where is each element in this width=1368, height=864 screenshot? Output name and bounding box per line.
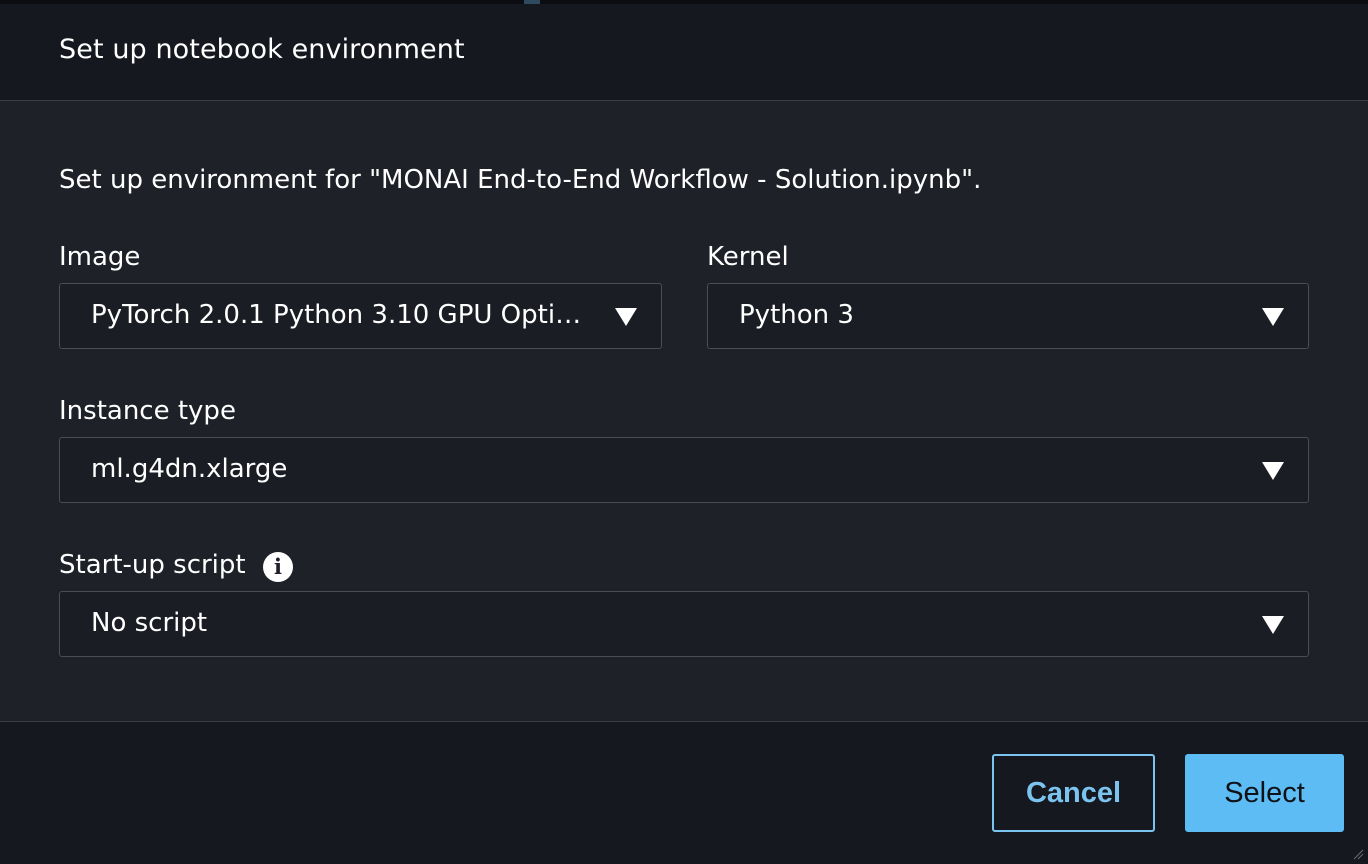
startup-script-select-value: No script <box>91 608 208 638</box>
dialog-header: Set up notebook environment <box>0 4 1368 101</box>
image-select[interactable]: PyTorch 2.0.1 Python 3.10 GPU Optimized <box>59 283 662 349</box>
info-icon[interactable]: i <box>263 552 293 582</box>
cancel-button[interactable]: Cancel <box>992 754 1155 832</box>
chevron-down-icon <box>1262 308 1284 326</box>
image-label: Image <box>59 242 141 272</box>
chevron-down-icon <box>1262 462 1284 480</box>
instance-type-select-value: ml.g4dn.xlarge <box>91 454 288 484</box>
instance-type-label: Instance type <box>59 396 236 426</box>
chevron-down-icon <box>615 308 637 326</box>
dialog-description: Set up environment for "MONAI End-to-End… <box>59 165 982 195</box>
dialog-title: Set up notebook environment <box>59 34 465 65</box>
notebook-environment-dialog: Set up notebook environment Set up envir… <box>0 0 1368 864</box>
resize-grip-icon[interactable] <box>1352 848 1364 860</box>
kernel-select-value: Python 3 <box>739 300 854 330</box>
kernel-label: Kernel <box>707 242 789 272</box>
startup-script-select[interactable]: No script <box>59 591 1309 657</box>
dialog-footer: Cancel Select <box>0 721 1368 864</box>
instance-type-select[interactable]: ml.g4dn.xlarge <box>59 437 1309 503</box>
chevron-down-icon <box>1262 616 1284 634</box>
select-button[interactable]: Select <box>1185 754 1344 832</box>
startup-script-label: Start-up script <box>59 550 246 580</box>
image-select-value: PyTorch 2.0.1 Python 3.10 GPU Optimized <box>91 300 601 330</box>
dialog-body: Set up environment for "MONAI End-to-End… <box>0 101 1368 721</box>
kernel-select[interactable]: Python 3 <box>707 283 1309 349</box>
